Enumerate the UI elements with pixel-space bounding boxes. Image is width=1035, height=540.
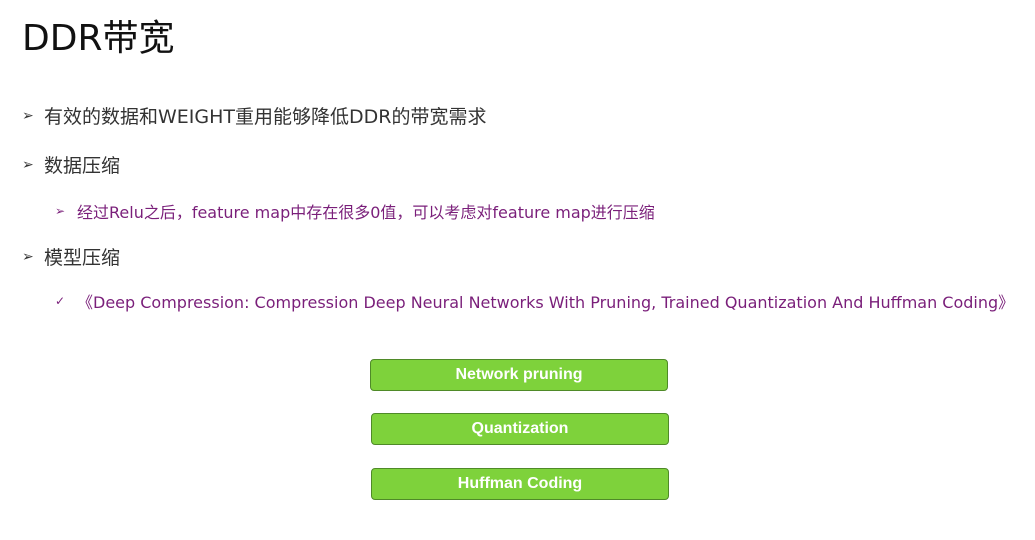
bullet-text: 经过Relu之后，feature map中存在很多0值，可以考虑对feature… bbox=[77, 203, 655, 222]
arrow-bullet-icon: ➢ bbox=[22, 248, 34, 265]
slide-title: DDR带宽 bbox=[22, 18, 175, 59]
arrow-bullet-icon: ➢ bbox=[22, 156, 34, 173]
sub-bullet-paper: ✓ 《Deep Compression: Compression Deep Ne… bbox=[55, 289, 1014, 313]
bullet-text: 数据压缩 bbox=[44, 155, 121, 177]
arrow-bullet-icon: ➢ bbox=[22, 107, 34, 124]
bullet-text: 模型压缩 bbox=[44, 247, 121, 269]
bullet-ddr-reuse: ➢ 有效的数据和WEIGHT重用能够降低DDR的带宽需求 bbox=[22, 102, 486, 129]
sub-bullet-relu: ➢ 经过Relu之后，feature map中存在很多0值，可以考虑对featu… bbox=[55, 199, 655, 223]
bullet-model-compression: ➢ 模型压缩 bbox=[22, 243, 120, 270]
bullet-text: 《Deep Compression: Compression Deep Neur… bbox=[77, 293, 1015, 312]
arrow-bullet-icon: ➢ bbox=[55, 204, 66, 218]
check-bullet-icon: ✓ bbox=[55, 294, 66, 308]
quantization-box: Quantization bbox=[371, 413, 669, 445]
network-pruning-box: Network pruning bbox=[370, 359, 668, 391]
bullet-data-compression: ➢ 数据压缩 bbox=[22, 151, 120, 178]
bullet-text: 有效的数据和WEIGHT重用能够降低DDR的带宽需求 bbox=[44, 106, 487, 128]
huffman-coding-box: Huffman Coding bbox=[371, 468, 669, 500]
